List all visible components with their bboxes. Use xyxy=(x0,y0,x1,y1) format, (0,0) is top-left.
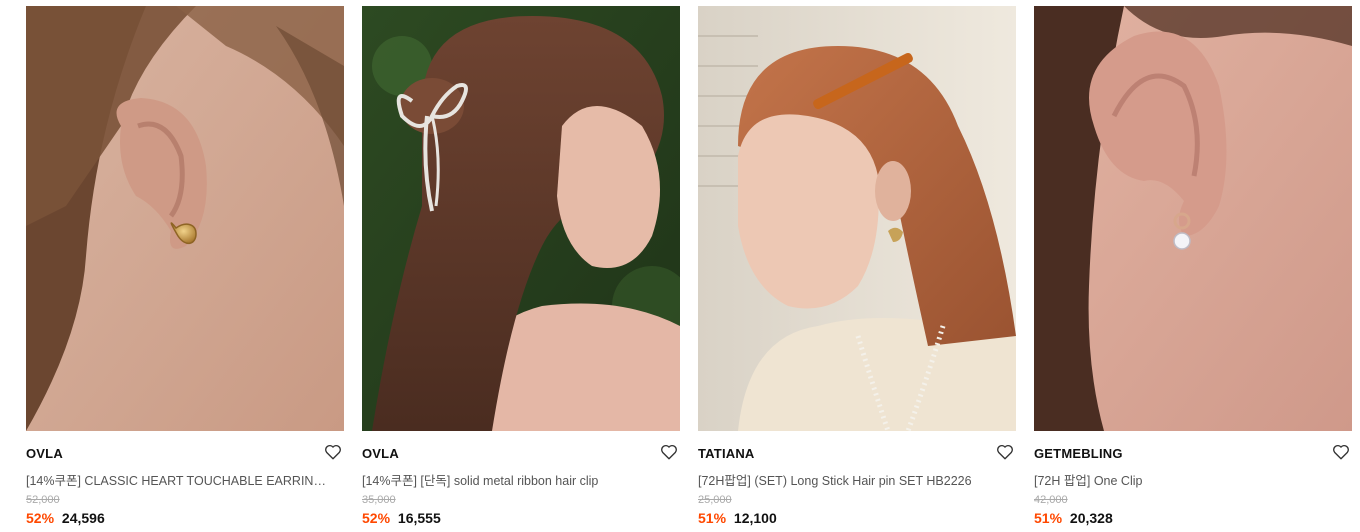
product-brand[interactable]: GETMEBLING xyxy=(1034,446,1123,461)
product-photo-ear-heart-earring xyxy=(26,6,344,431)
original-price: 52,000 xyxy=(26,494,60,506)
product-image[interactable] xyxy=(362,6,680,431)
price-row: 51% 12,100 xyxy=(698,510,777,526)
price-row: 52% 24,596 xyxy=(26,510,105,526)
product-card[interactable]: TATIANA [72H팝업] (SET) Long Stick Hair pi… xyxy=(698,6,1016,532)
product-title[interactable]: [72H팝업] (SET) Long Stick Hair pin SET HB… xyxy=(698,470,1003,489)
sale-price: 24,596 xyxy=(61,510,105,526)
product-grid: OVLA [14%쿠폰] CLASSIC HEART TOUCHABLE EAR… xyxy=(26,6,1352,532)
product-brand[interactable]: OVLA xyxy=(362,446,399,461)
wishlist-heart-icon[interactable] xyxy=(996,443,1014,461)
product-title[interactable]: [14%쿠폰] [단독] solid metal ribbon hair cli… xyxy=(362,470,667,489)
product-brand[interactable]: TATIANA xyxy=(698,446,755,461)
original-price: 42,000 xyxy=(1034,494,1068,506)
wishlist-heart-icon[interactable] xyxy=(660,443,678,461)
product-image[interactable] xyxy=(1034,6,1352,431)
price-row: 51% 20,328 xyxy=(1034,510,1113,526)
price-row: 52% 16,555 xyxy=(362,510,441,526)
original-price: 35,000 xyxy=(362,494,396,506)
discount-rate: 51% xyxy=(698,510,727,526)
product-brand[interactable]: OVLA xyxy=(26,446,63,461)
discount-rate: 52% xyxy=(26,510,55,526)
product-photo-ear-crystal-drop xyxy=(1034,6,1352,431)
discount-rate: 51% xyxy=(1034,510,1063,526)
product-card[interactable]: OVLA [14%쿠폰] CLASSIC HEART TOUCHABLE EAR… xyxy=(26,6,344,532)
product-title[interactable]: [14%쿠폰] CLASSIC HEART TOUCHABLE EARRING_… xyxy=(26,470,331,489)
product-image[interactable] xyxy=(698,6,1016,431)
product-card[interactable]: OVLA [14%쿠폰] [단독] solid metal ribbon hai… xyxy=(362,6,680,532)
product-card[interactable]: GETMEBLING [72H 팝업] One Clip 42,000 51% … xyxy=(1034,6,1352,532)
wishlist-heart-icon[interactable] xyxy=(324,443,342,461)
product-image[interactable] xyxy=(26,6,344,431)
sale-price: 20,328 xyxy=(1069,510,1113,526)
product-photo-ribbon-hair-clip xyxy=(362,6,680,431)
sale-price: 12,100 xyxy=(733,510,777,526)
product-title[interactable]: [72H 팝업] One Clip xyxy=(1034,470,1339,489)
discount-rate: 52% xyxy=(362,510,391,526)
wishlist-heart-icon[interactable] xyxy=(1332,443,1350,461)
original-price: 25,000 xyxy=(698,494,732,506)
product-photo-stick-hair-pin xyxy=(698,6,1016,431)
sale-price: 16,555 xyxy=(397,510,441,526)
